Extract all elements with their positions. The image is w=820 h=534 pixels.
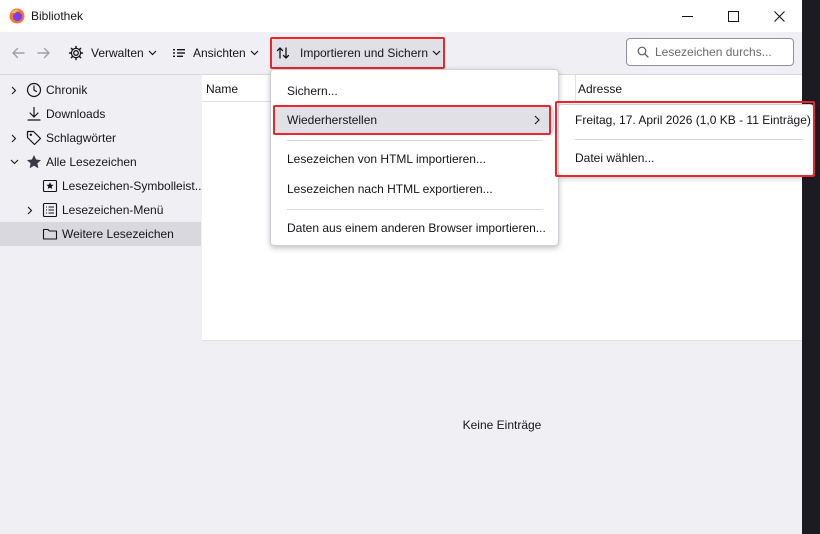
maximize-button[interactable] <box>710 0 756 32</box>
menu-item-import-html[interactable]: Lesezeichen von HTML importieren... <box>275 146 554 172</box>
title-bar: Bibliothek <box>0 0 802 32</box>
column-divider <box>575 75 576 101</box>
bookmarks-menu-icon <box>42 202 58 218</box>
chevron-right-icon[interactable] <box>9 85 19 95</box>
star-icon <box>26 154 42 170</box>
sidebar-item-bookmarks-toolbar[interactable]: Lesezeichen-Symbolleist... <box>0 174 205 198</box>
chevron-down-icon[interactable] <box>9 157 19 167</box>
sidebar-item-label: Lesezeichen-Symbolleist... <box>62 179 205 193</box>
download-icon <box>26 106 42 122</box>
menu-item-label: Sichern... <box>287 84 338 98</box>
menu-item-label: Lesezeichen von HTML importieren... <box>287 152 486 166</box>
menu-item-import-browser[interactable]: Daten aus einem anderen Browser importie… <box>275 215 554 241</box>
menu-item-export-html[interactable]: Lesezeichen nach HTML exportieren... <box>275 176 554 202</box>
clock-icon <box>26 82 42 98</box>
highlight-box <box>270 37 445 69</box>
sidebar-item-label: Downloads <box>46 107 106 121</box>
arrow-right-icon <box>37 47 50 59</box>
sidebar-item-tags[interactable]: Schlagwörter <box>0 126 201 150</box>
sidebar-item-history[interactable]: Chronik <box>0 78 201 102</box>
list-icon <box>173 49 185 57</box>
forward-button[interactable] <box>36 40 52 66</box>
chevron-right-icon[interactable] <box>9 133 19 143</box>
gear-icon <box>68 45 84 61</box>
import-backup-menu: Sichern... Wiederherstellen Lesezeichen … <box>270 69 559 246</box>
chevron-right-icon[interactable] <box>25 205 35 215</box>
menu-item-backup[interactable]: Sichern... <box>275 78 554 104</box>
highlight-box <box>555 101 815 177</box>
views-label: Ansichten <box>193 46 246 60</box>
close-button[interactable] <box>756 0 802 32</box>
minimize-button[interactable] <box>664 0 710 32</box>
sidebar-item-label: Weitere Lesezeichen <box>62 227 174 241</box>
bookmarks-toolbar-icon <box>42 178 58 194</box>
chevron-down-icon <box>148 50 157 56</box>
firefox-icon <box>9 8 25 24</box>
menu-item-label: Daten aus einem anderen Browser importie… <box>287 221 546 235</box>
sidebar-tree: Chronik Downloads Schlagwörter Alle Lese… <box>0 74 205 534</box>
back-button[interactable] <box>10 40 26 66</box>
highlight-box <box>273 105 551 135</box>
sidebar-item-other-bookmarks[interactable]: Weitere Lesezeichen <box>0 222 201 246</box>
menu-item-label: Lesezeichen nach HTML exportieren... <box>287 182 493 196</box>
window-title: Bibliothek <box>31 9 84 23</box>
organize-label: Verwalten <box>91 46 144 60</box>
column-header-address[interactable]: Adresse <box>578 82 622 96</box>
column-header-name[interactable]: Name <box>206 82 238 96</box>
sidebar-item-label: Schlagwörter <box>46 131 117 145</box>
folder-icon <box>42 226 58 242</box>
chevron-down-icon <box>250 50 259 56</box>
menu-separator <box>287 140 543 141</box>
organize-button[interactable]: Verwalten <box>68 40 157 66</box>
details-pane: Keine Einträge <box>202 340 802 534</box>
sidebar-item-label: Chronik <box>46 83 88 97</box>
views-button[interactable]: Ansichten <box>172 40 259 66</box>
search-input[interactable] <box>655 45 790 59</box>
arrow-left-icon <box>12 47 25 59</box>
sidebar-item-downloads[interactable]: Downloads <box>0 102 201 126</box>
search-icon <box>637 46 649 58</box>
empty-state-text: Keine Einträge <box>462 418 542 432</box>
sidebar-item-label: Lesezeichen-Menü <box>62 203 164 217</box>
tag-icon <box>26 130 42 146</box>
sidebar-item-bookmarks-menu[interactable]: Lesezeichen-Menü <box>0 198 201 222</box>
search-box[interactable] <box>626 38 794 66</box>
sidebar-item-all-bookmarks[interactable]: Alle Lesezeichen <box>0 150 201 174</box>
sidebar-item-label: Alle Lesezeichen <box>46 155 137 169</box>
menu-separator <box>287 209 543 210</box>
